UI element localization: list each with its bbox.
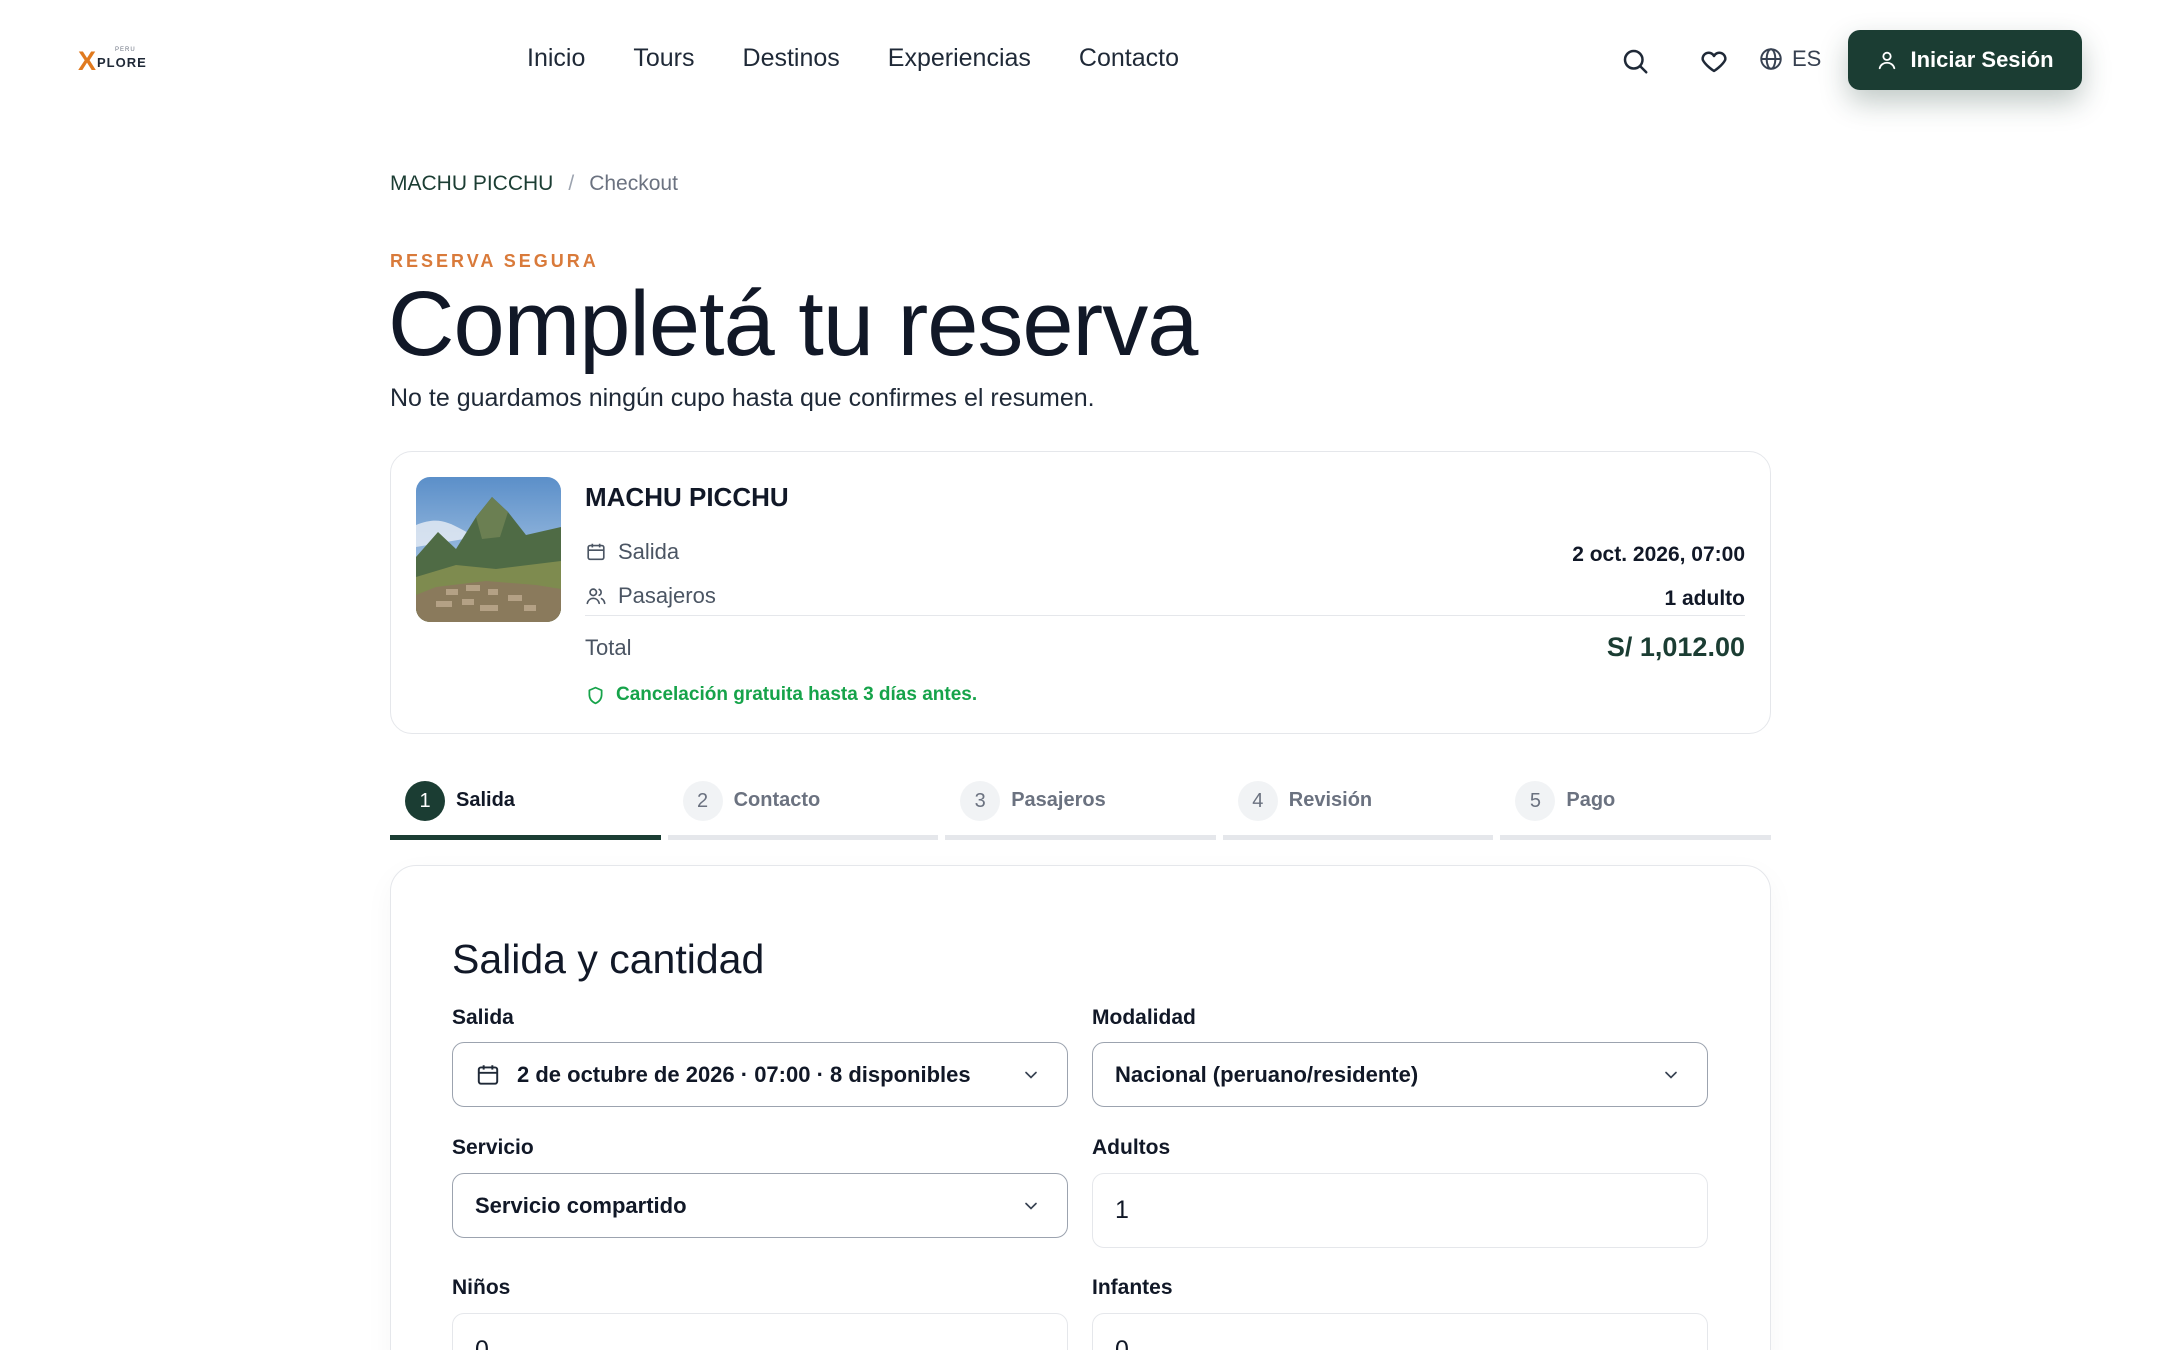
login-label: Iniciar Sesión bbox=[1910, 47, 2054, 72]
total-value: S/ 1,012.00 bbox=[1606, 632, 1745, 662]
logo-tagline: PERU bbox=[115, 47, 136, 53]
shield-icon bbox=[585, 685, 606, 706]
children-input[interactable]: 0 bbox=[452, 1313, 1068, 1350]
search-icon[interactable] bbox=[1618, 44, 1652, 78]
calendar-icon bbox=[475, 1062, 501, 1088]
logo-mark: X bbox=[78, 46, 97, 76]
step-number: 3 bbox=[960, 781, 1001, 821]
checkout-steps: 1 Salida 2 Contacto 3 Pasajeros 4 Revisi… bbox=[390, 778, 1771, 840]
service-select-value: Servicio compartido bbox=[475, 1192, 687, 1218]
form-title: Salida y cantidad bbox=[452, 936, 765, 982]
nav-link-destinos[interactable]: Destinos bbox=[743, 44, 840, 73]
breadcrumb-parent[interactable]: MACHU PICCHU bbox=[390, 172, 553, 196]
step-pago[interactable]: 5 Pago bbox=[1500, 778, 1771, 840]
users-icon bbox=[585, 585, 607, 607]
tour-name: MACHU PICCHU bbox=[585, 482, 789, 512]
departure-value: 2 oct. 2026, 07:00 bbox=[1572, 543, 1745, 566]
children-field-label: Niños bbox=[452, 1276, 511, 1299]
infants-input-value: 0 bbox=[1115, 1336, 1129, 1350]
brand-logo[interactable]: X PERU PLORE bbox=[78, 44, 146, 76]
nav-link-inicio[interactable]: Inicio bbox=[527, 44, 585, 73]
booking-summary-card: MACHU PICCHU Salida 2 oct. 2026, 07:00 P… bbox=[390, 451, 1771, 734]
chevron-down-icon bbox=[1021, 1065, 1041, 1091]
total-row: Total S/ 1,012.00 bbox=[585, 632, 1745, 663]
service-field-label: Servicio bbox=[452, 1136, 534, 1159]
step-label: Pago bbox=[1566, 789, 1616, 811]
eyebrow-label: RESERVA SEGURA bbox=[390, 251, 599, 271]
heart-icon[interactable] bbox=[1697, 44, 1731, 78]
step-number: 4 bbox=[1237, 781, 1278, 821]
modality-select[interactable]: Nacional (peruano/residente) bbox=[1092, 1042, 1708, 1107]
step-label: Contacto bbox=[733, 789, 821, 811]
nav-link-experiencias[interactable]: Experiencias bbox=[888, 44, 1031, 73]
departure-field-label: Salida bbox=[452, 1006, 514, 1029]
page-title: Completá tu reserva bbox=[388, 273, 1198, 375]
nav-link-contacto[interactable]: Contacto bbox=[1079, 44, 1179, 73]
language-selector[interactable]: ES bbox=[1758, 46, 1821, 72]
infants-field-label: Infantes bbox=[1092, 1276, 1173, 1299]
adults-field-label: Adultos bbox=[1092, 1136, 1171, 1159]
departure-row: Salida 2 oct. 2026, 07:00 bbox=[585, 537, 1745, 567]
step-label: Revisión bbox=[1288, 789, 1373, 811]
cancellation-text: Cancelación gratuita hasta 3 días antes. bbox=[616, 684, 978, 705]
summary-divider bbox=[585, 615, 1745, 616]
login-button[interactable]: Iniciar Sesión bbox=[1848, 30, 2082, 90]
modality-select-value: Nacional (peruano/residente) bbox=[1115, 1061, 1419, 1087]
top-navbar: X PERU PLORE Inicio Tours Destinos Exper… bbox=[0, 0, 2160, 121]
infants-input[interactable]: 0 bbox=[1092, 1313, 1708, 1350]
breadcrumb: MACHU PICCHU / Checkout bbox=[390, 172, 678, 196]
calendar-icon bbox=[585, 541, 607, 563]
departure-form-card: Salida y cantidad Salida 2 de octubre de… bbox=[390, 865, 1771, 1350]
modality-field-label: Modalidad bbox=[1092, 1006, 1196, 1029]
departure-label: Salida bbox=[618, 539, 680, 564]
step-label: Salida bbox=[456, 789, 515, 811]
language-code: ES bbox=[1792, 46, 1822, 71]
step-number: 5 bbox=[1515, 781, 1556, 821]
cancellation-note: Cancelación gratuita hasta 3 días antes. bbox=[585, 684, 977, 706]
passengers-label: Pasajeros bbox=[618, 583, 716, 608]
breadcrumb-current: Checkout bbox=[589, 172, 678, 195]
chevron-down-icon bbox=[1661, 1065, 1681, 1091]
passengers-value: 1 adulto bbox=[1664, 587, 1745, 610]
step-pasajeros[interactable]: 3 Pasajeros bbox=[945, 778, 1216, 840]
step-salida[interactable]: 1 Salida bbox=[390, 778, 661, 840]
page-subtitle: No te guardamos ningún cupo hasta que co… bbox=[390, 384, 1095, 412]
globe-icon bbox=[1758, 46, 1784, 72]
children-input-value: 0 bbox=[475, 1336, 489, 1350]
step-contacto[interactable]: 2 Contacto bbox=[667, 778, 939, 840]
adults-input[interactable]: 1 bbox=[1092, 1173, 1708, 1248]
step-number: 1 bbox=[405, 781, 445, 821]
tour-thumbnail bbox=[416, 477, 561, 622]
departure-select[interactable]: 2 de octubre de 2026 · 07:00 · 8 disponi… bbox=[452, 1042, 1068, 1107]
main-nav: Inicio Tours Destinos Experiencias Conta… bbox=[527, 44, 1179, 73]
step-revision[interactable]: 4 Revisión bbox=[1222, 778, 1494, 840]
service-select[interactable]: Servicio compartido bbox=[452, 1173, 1068, 1238]
chevron-down-icon bbox=[1021, 1196, 1041, 1222]
user-icon bbox=[1876, 49, 1898, 71]
passengers-row: Pasajeros 1 adulto bbox=[585, 581, 1745, 611]
logo-wordmark: PLORE bbox=[97, 55, 147, 70]
nav-link-tours[interactable]: Tours bbox=[633, 44, 694, 73]
breadcrumb-separator: / bbox=[568, 172, 575, 195]
step-label: Pasajeros bbox=[1011, 789, 1106, 811]
total-label: Total bbox=[585, 634, 632, 660]
step-number: 2 bbox=[682, 781, 723, 821]
departure-select-value: 2 de octubre de 2026 · 07:00 · 8 disponi… bbox=[517, 1061, 971, 1087]
adults-input-value: 1 bbox=[1115, 1196, 1129, 1224]
